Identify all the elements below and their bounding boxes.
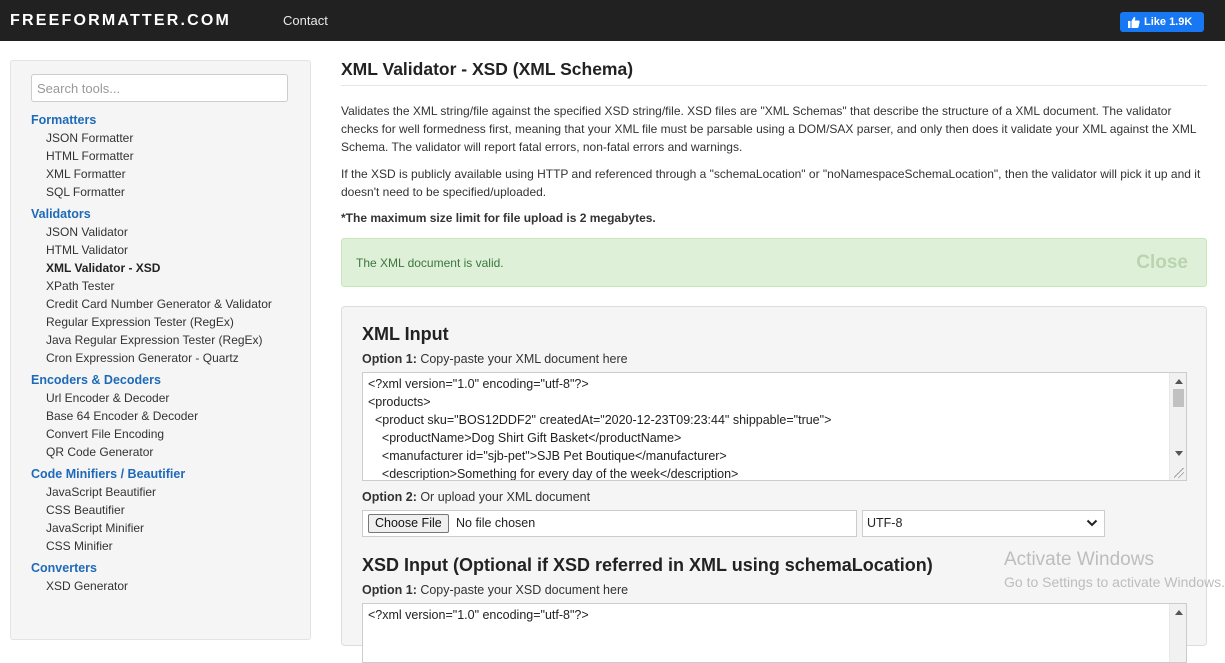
description-paragraph: Validates the XML string/file against th… bbox=[341, 104, 1197, 154]
sidebar: FormattersJSON FormatterHTML FormatterXM… bbox=[10, 60, 311, 640]
scroll-up-icon[interactable] bbox=[1175, 379, 1183, 384]
scroll-thumb[interactable] bbox=[1173, 389, 1184, 407]
sidebar-item[interactable]: Url Encoder & Decoder bbox=[31, 389, 301, 407]
xsd-option1-label: Option 1: Copy-paste your XSD document h… bbox=[362, 583, 628, 597]
xsd-input-heading: XSD Input (Optional if XSD referred in X… bbox=[362, 555, 933, 575]
sidebar-nav: Formatters JSON Formatter HTML Formatter XM… bbox=[31, 111, 301, 595]
code-line: <products> bbox=[368, 395, 431, 409]
sidebar-item[interactable]: JavaScript Beautifier bbox=[31, 483, 301, 501]
xml-textarea-scrollbar[interactable] bbox=[1169, 373, 1186, 480]
sidebar-item[interactable]: JavaScript Minifier bbox=[31, 519, 301, 537]
sidebar-category[interactable]: Code Minifiers / Beautifier bbox=[31, 465, 301, 483]
sidebar-item[interactable]: XML Formatter bbox=[31, 165, 301, 183]
chevron-down-icon bbox=[1086, 519, 1098, 527]
sidebar-item[interactable]: JSON Formatter bbox=[31, 129, 301, 147]
windows-activation-title: Activate Windows bbox=[1004, 549, 1154, 570]
site-logo[interactable]: FREEFORMATTER.COM bbox=[10, 12, 231, 30]
xml-code-lines: <?xml version="1.0" encoding="utf-8"?> <p… bbox=[363, 373, 1186, 481]
sidebar-item[interactable]: CSS Beautifier bbox=[31, 501, 301, 519]
validation-result-alert: The XML document is valid. Close bbox=[341, 238, 1207, 287]
xml-option2-text: Or upload your XML document bbox=[416, 490, 591, 504]
alert-close-button[interactable]: Close bbox=[1136, 252, 1188, 274]
sidebar-item[interactable]: Convert File Encoding bbox=[31, 425, 301, 443]
xsd-option1-bold: Option 1: bbox=[362, 583, 417, 597]
search-input[interactable] bbox=[31, 74, 288, 102]
facebook-like-button[interactable]: Like 1.9K bbox=[1120, 12, 1204, 32]
xml-file-upload: Choose File No file chosen bbox=[362, 510, 857, 537]
sidebar-item[interactable]: SQL Formatter bbox=[31, 183, 301, 201]
sidebar-item[interactable]: Java Regular Expression Tester (RegEx) bbox=[31, 331, 301, 349]
xml-option1-bold: Option 1: bbox=[362, 352, 417, 366]
choose-file-button[interactable]: Choose File bbox=[368, 514, 449, 533]
xsd-textarea-scrollbar[interactable] bbox=[1169, 604, 1186, 662]
code-line: <manufacturer id="sjb-pet">SJB Pet Bouti… bbox=[368, 449, 727, 463]
main-content: XML Validator - XSD (XML Schema) Validat… bbox=[341, 57, 1207, 663]
sidebar-item[interactable]: HTML Validator bbox=[31, 241, 301, 259]
validation-result-text: The XML document is valid. bbox=[356, 256, 504, 270]
thumbs-up-icon bbox=[1128, 17, 1140, 28]
sidebar-item[interactable]: XML Validator - XSD bbox=[31, 259, 301, 277]
xml-input-textarea[interactable]: <?xml version="1.0" encoding="utf-8"?> <p… bbox=[362, 372, 1187, 481]
nav-contact-link[interactable]: Contact bbox=[283, 13, 328, 28]
sidebar-item[interactable]: HTML Formatter bbox=[31, 147, 301, 165]
sidebar-category[interactable]: Encoders & Decoders bbox=[31, 371, 301, 389]
sidebar-item[interactable]: Regular Expression Tester (RegEx) bbox=[31, 313, 301, 331]
sidebar-item[interactable]: QR Code Generator bbox=[31, 443, 301, 461]
encoding-select[interactable]: UTF-8 bbox=[862, 510, 1105, 537]
code-line: <productName>Dog Shirt Gift Basket</prod… bbox=[368, 431, 682, 445]
validator-form-panel: XML Input Option 1: Copy-paste your XML … bbox=[341, 306, 1207, 663]
sidebar-item[interactable]: Credit Card Number Generator & Validator bbox=[31, 295, 301, 313]
code-line: <product sku="BOS12DDF2" createdAt="2020… bbox=[368, 413, 832, 427]
xsd-code-lines: <?xml version="1.0" encoding="utf-8"?> bbox=[363, 604, 1186, 624]
top-navbar: FREEFORMATTER.COM Contact Like 1.9K bbox=[0, 0, 1225, 41]
facebook-like-label: Like 1.9K bbox=[1144, 16, 1193, 28]
xsd-input-textarea[interactable]: <?xml version="1.0" encoding="utf-8"?> bbox=[362, 603, 1187, 663]
schema-location-note: If the XSD is publicly available using H… bbox=[341, 167, 1201, 199]
sidebar-category[interactable]: Formatters bbox=[31, 111, 301, 129]
xml-option2-bold: Option 2: bbox=[362, 490, 417, 504]
sidebar-item[interactable]: XSD Generator bbox=[31, 577, 301, 595]
xsd-option1-text: Copy-paste your XSD document here bbox=[416, 583, 629, 597]
xml-option1-label: Option 1: Copy-paste your XML document h… bbox=[362, 352, 628, 366]
windows-activation-subtitle: Go to Settings to activate Windows. bbox=[1004, 574, 1225, 590]
sidebar-item[interactable]: CSS Minifier bbox=[31, 537, 301, 555]
xml-input-heading: XML Input bbox=[362, 324, 449, 344]
code-line: <?xml version="1.0" encoding="utf-8"?> bbox=[368, 377, 589, 391]
sidebar-item[interactable]: JSON Validator bbox=[31, 223, 301, 241]
xml-option1-text: Copy-paste your XML document here bbox=[416, 352, 628, 366]
sidebar-item[interactable]: XPath Tester bbox=[31, 277, 301, 295]
sidebar-category[interactable]: Validators bbox=[31, 205, 301, 223]
encoding-select-value: UTF-8 bbox=[867, 516, 903, 530]
page-title: XML Validator - XSD (XML Schema) bbox=[341, 57, 1207, 86]
resize-grip-icon[interactable] bbox=[1174, 468, 1184, 478]
sidebar-item[interactable]: Base 64 Encoder & Decoder bbox=[31, 407, 301, 425]
code-line: <description>Something for every day of … bbox=[368, 467, 739, 481]
sidebar-item[interactable]: Cron Expression Generator - Quartz bbox=[31, 349, 301, 367]
code-line: <?xml version="1.0" encoding="utf-8"?> bbox=[368, 608, 589, 622]
scroll-up-icon[interactable] bbox=[1175, 610, 1183, 615]
scroll-down-icon[interactable] bbox=[1175, 451, 1183, 456]
upload-limit-note: *The maximum size limit for file upload … bbox=[341, 211, 656, 225]
sidebar-category[interactable]: Converters bbox=[31, 559, 301, 577]
xml-option2-label: Option 2: Or upload your XML document bbox=[362, 490, 590, 504]
no-file-chosen-text: No file chosen bbox=[456, 516, 536, 530]
